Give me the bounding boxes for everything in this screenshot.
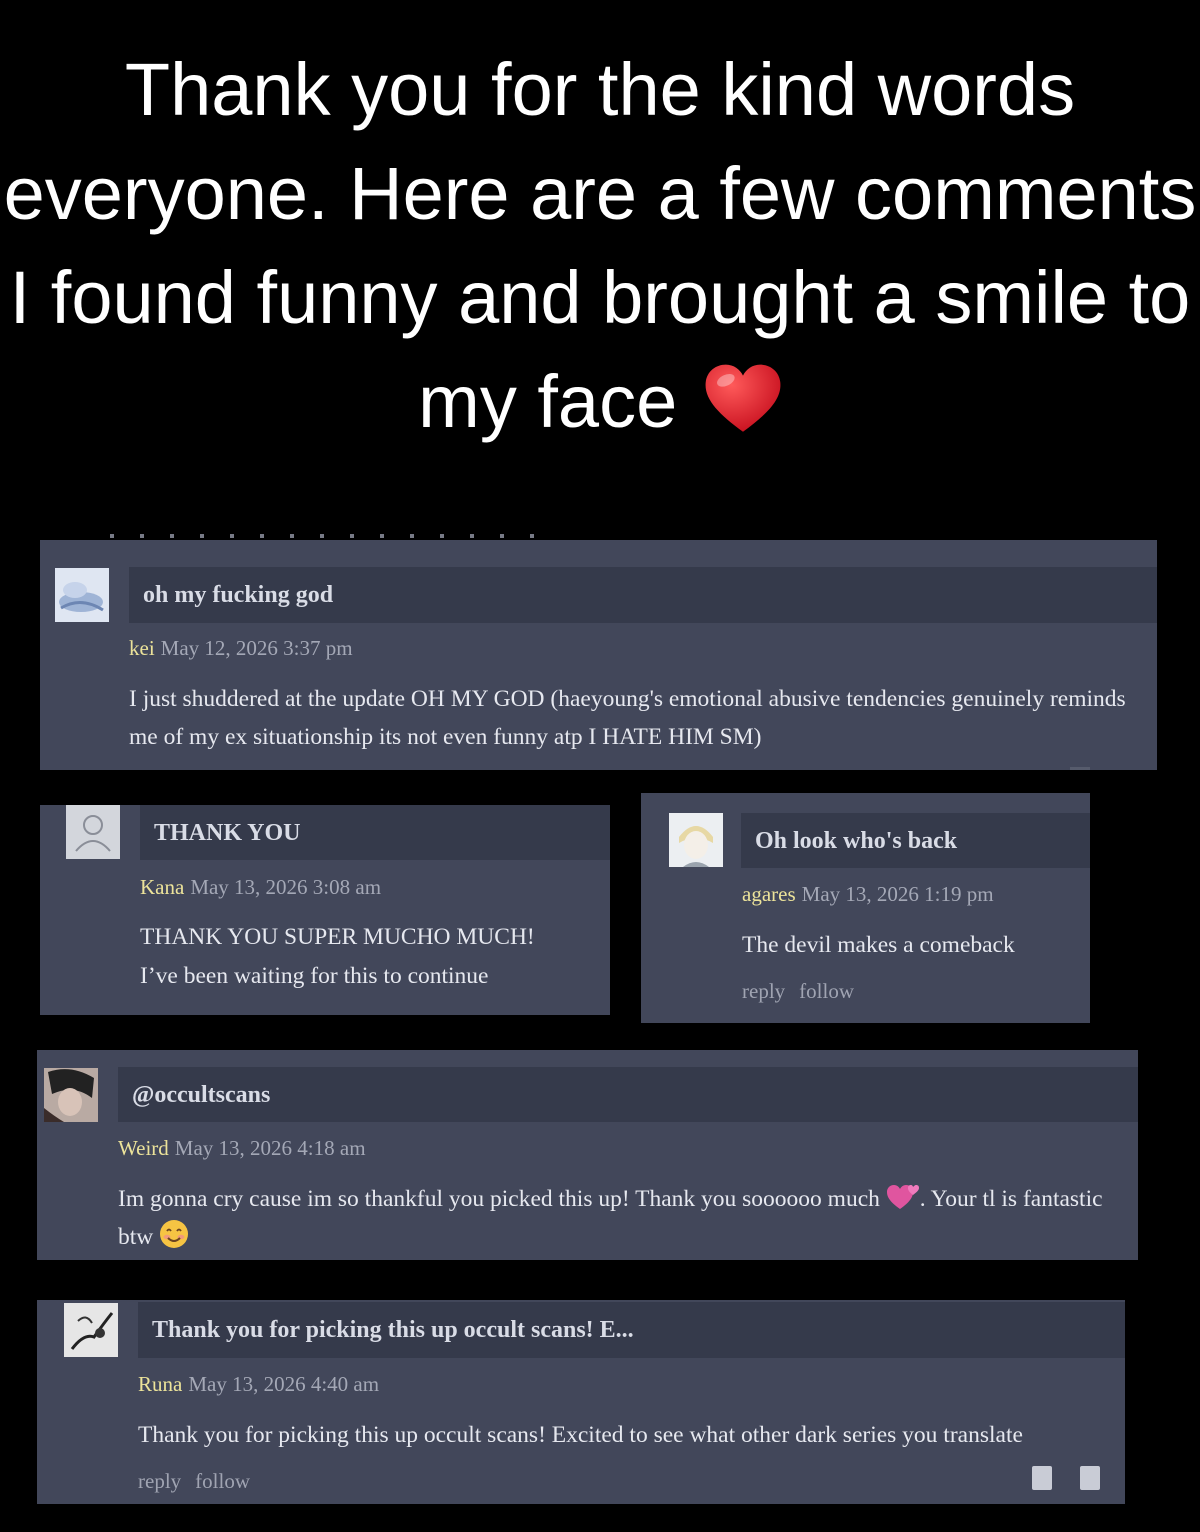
comment-meta: kei May 12, 2026 3:37 pm [129,636,353,661]
comment-body: Im gonna cry cause im so thankful you pi… [118,1180,1123,1256]
smiling-face-icon [160,1220,189,1248]
comment-meta: Kana May 13, 2026 3:08 am [140,875,381,900]
follow-link[interactable]: follow [195,1469,250,1493]
avatar[interactable] [64,1303,118,1357]
comment-date: May 13, 2026 1:19 pm [801,882,994,906]
comment-date: May 13, 2026 4:40 am [188,1372,380,1396]
headline: Thank you for the kind words everyone. H… [0,38,1200,454]
flag-icon[interactable] [1080,1466,1100,1490]
comment-meta: Weird May 13, 2026 4:18 am [118,1136,366,1161]
reply-link[interactable]: reply [742,979,785,1003]
comment-card-agares: Oh look who's back agares May 13, 2026 1:… [641,793,1090,1023]
comment-card-kana: THANK YOU Kana May 13, 2026 3:08 am THANK… [40,805,610,1015]
username[interactable]: Weird [118,1136,169,1160]
comment-title: Thank you for picking this up occult sca… [138,1302,1125,1358]
comment-title: THANK YOU [140,805,610,860]
avatar[interactable] [55,568,109,622]
reply-link[interactable]: reply [138,1469,181,1493]
comment-title: oh my fucking god [129,567,1157,623]
avatar[interactable] [669,813,723,867]
comment-meta: Runa May 13, 2026 4:40 am [138,1372,379,1397]
blonde-anime-avatar-icon [669,813,723,867]
default-user-icon [66,805,120,859]
ink-sketch-avatar-icon [64,1303,118,1357]
vote-icon[interactable] [1032,1466,1052,1490]
comment-meta: agares May 13, 2026 1:19 pm [742,882,994,907]
username[interactable]: agares [742,882,796,906]
red-heart-icon [705,364,781,432]
comment-actions: reply follow [742,979,868,1004]
comment-date: May 13, 2026 4:18 am [174,1136,366,1160]
comment-card-kei: oh my fucking god kei May 12, 2026 3:37 p… [40,540,1157,770]
comment-title: Oh look who's back [741,813,1090,868]
comment-date: May 12, 2026 3:37 pm [160,636,353,660]
blue-anime-avatar-icon [55,568,109,622]
comment-body: Thank you for picking this up occult sca… [138,1422,1023,1448]
avatar[interactable] [44,1068,98,1122]
comment-title: @occultscans [118,1067,1138,1122]
comment-body-line1: THANK YOU SUPER MUCHO MUCH! [140,924,535,950]
dark-hair-anime-avatar-icon [44,1068,98,1122]
username[interactable]: Runa [138,1372,182,1396]
headline-text: Thank you for the kind words everyone. H… [3,48,1197,443]
username[interactable]: Kana [140,875,184,899]
comment-card-runa: Thank you for picking this up occult sca… [37,1300,1125,1504]
comment-body-part1: Im gonna cry cause im so thankful you pi… [118,1186,880,1212]
cropped-text-remnant [110,534,550,538]
comment-body-line2: I’ve been waiting for this to continue [140,963,489,989]
comment-date: May 13, 2026 3:08 am [190,875,382,899]
comment-actions: reply follow [138,1469,264,1494]
avatar[interactable] [66,805,120,859]
comment-body: I just shuddered at the update OH MY GOD… [129,686,1126,750]
comment-tools [1032,1466,1100,1490]
divider [1070,767,1090,770]
comment-body: The devil makes a comeback [742,932,1015,958]
username[interactable]: kei [129,636,155,660]
follow-link[interactable]: follow [799,979,854,1003]
two-hearts-icon [886,1185,919,1209]
comment-card-weird: @occultscans Weird May 13, 2026 4:18 am I… [37,1050,1138,1260]
